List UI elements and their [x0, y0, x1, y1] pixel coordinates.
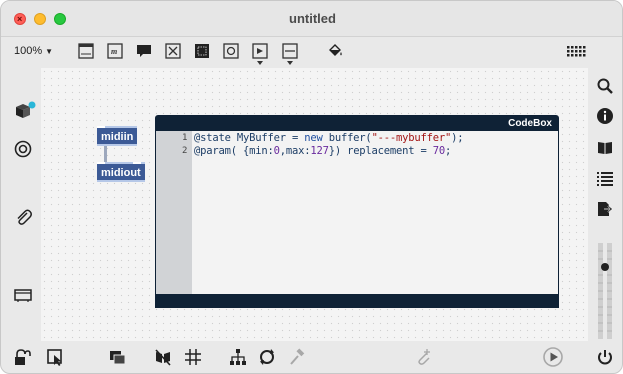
zoom-dropdown[interactable]: 100% ▼ — [14, 45, 53, 57]
inlet[interactable] — [97, 126, 105, 128]
svg-text:m: m — [111, 47, 117, 56]
object-label: midiout — [101, 167, 141, 179]
codebox-header: CodeBox — [156, 116, 558, 131]
codebox-object[interactable]: CodeBox 1 2 @state MyBuffer = new buffer… — [155, 115, 559, 308]
comment-icon[interactable]: m — [106, 42, 124, 60]
selection-icon[interactable] — [46, 348, 64, 366]
midiin-object[interactable]: midiin — [97, 126, 137, 146]
hierarchy-icon[interactable] — [229, 348, 247, 366]
export-icon[interactable] — [596, 200, 614, 218]
line-number-gutter: 1 2 — [156, 131, 192, 294]
codebox-footer — [156, 294, 558, 308]
package-icon[interactable] — [13, 101, 37, 121]
level-meter-icon[interactable] — [597, 243, 613, 339]
zoom-value: 100% — [14, 45, 43, 57]
grid-keyboard-icon[interactable] — [565, 42, 587, 60]
number-icon[interactable] — [222, 42, 240, 60]
refresh-icon[interactable] — [258, 348, 276, 366]
title-bar: × untitled — [1, 1, 622, 37]
slider-icon[interactable] — [281, 42, 299, 60]
inlet[interactable] — [97, 162, 105, 164]
presentation-mode-icon[interactable] — [13, 285, 33, 305]
right-sidebar — [589, 67, 622, 347]
left-sidebar — [1, 67, 41, 337]
list-icon[interactable] — [596, 169, 614, 187]
target-icon[interactable] — [13, 139, 33, 159]
toggle-icon[interactable] — [193, 42, 211, 60]
object-label: midiin — [101, 131, 134, 143]
message-icon[interactable] — [135, 42, 153, 60]
info-icon[interactable] — [596, 107, 614, 125]
inlet[interactable] — [133, 162, 141, 164]
play-icon[interactable] — [541, 345, 565, 369]
layers-icon[interactable] — [108, 348, 126, 366]
lock-icon[interactable] — [13, 348, 31, 366]
button-icon[interactable] — [164, 42, 182, 60]
search-icon[interactable] — [596, 77, 614, 95]
code-line: @state MyBuffer = new buffer("---mybuffe… — [194, 132, 464, 144]
no-edit-icon[interactable] — [154, 348, 172, 366]
paint-bucket-icon[interactable] — [326, 42, 344, 60]
power-icon[interactable] — [596, 348, 614, 366]
code-line: @param( {min:0,max:127}) replacement = 7… — [194, 145, 452, 157]
line-number: 1 — [182, 133, 188, 143]
chevron-down-icon: ▼ — [45, 47, 54, 56]
bottom-toolbar — [1, 341, 622, 373]
dial-icon[interactable] — [251, 42, 269, 60]
app-window: × untitled 100% ▼ m midiin midiout CodeB… — [0, 0, 623, 374]
dial-dropdown-caret[interactable] — [257, 61, 263, 65]
hammer-icon[interactable] — [288, 348, 306, 366]
line-number: 2 — [182, 146, 188, 156]
patch-cord[interactable] — [104, 146, 107, 163]
presentation-icon[interactable] — [77, 42, 95, 60]
paperclip-icon[interactable] — [13, 207, 33, 227]
window-title: untitled — [289, 11, 336, 26]
grid-icon[interactable] — [184, 348, 202, 366]
add-connection-icon[interactable] — [413, 348, 431, 366]
slider-dropdown-caret[interactable] — [287, 61, 293, 65]
midiout-object[interactable]: midiout — [97, 162, 145, 182]
top-toolbar: 100% ▼ m — [1, 37, 622, 67]
book-icon[interactable] — [596, 139, 614, 157]
